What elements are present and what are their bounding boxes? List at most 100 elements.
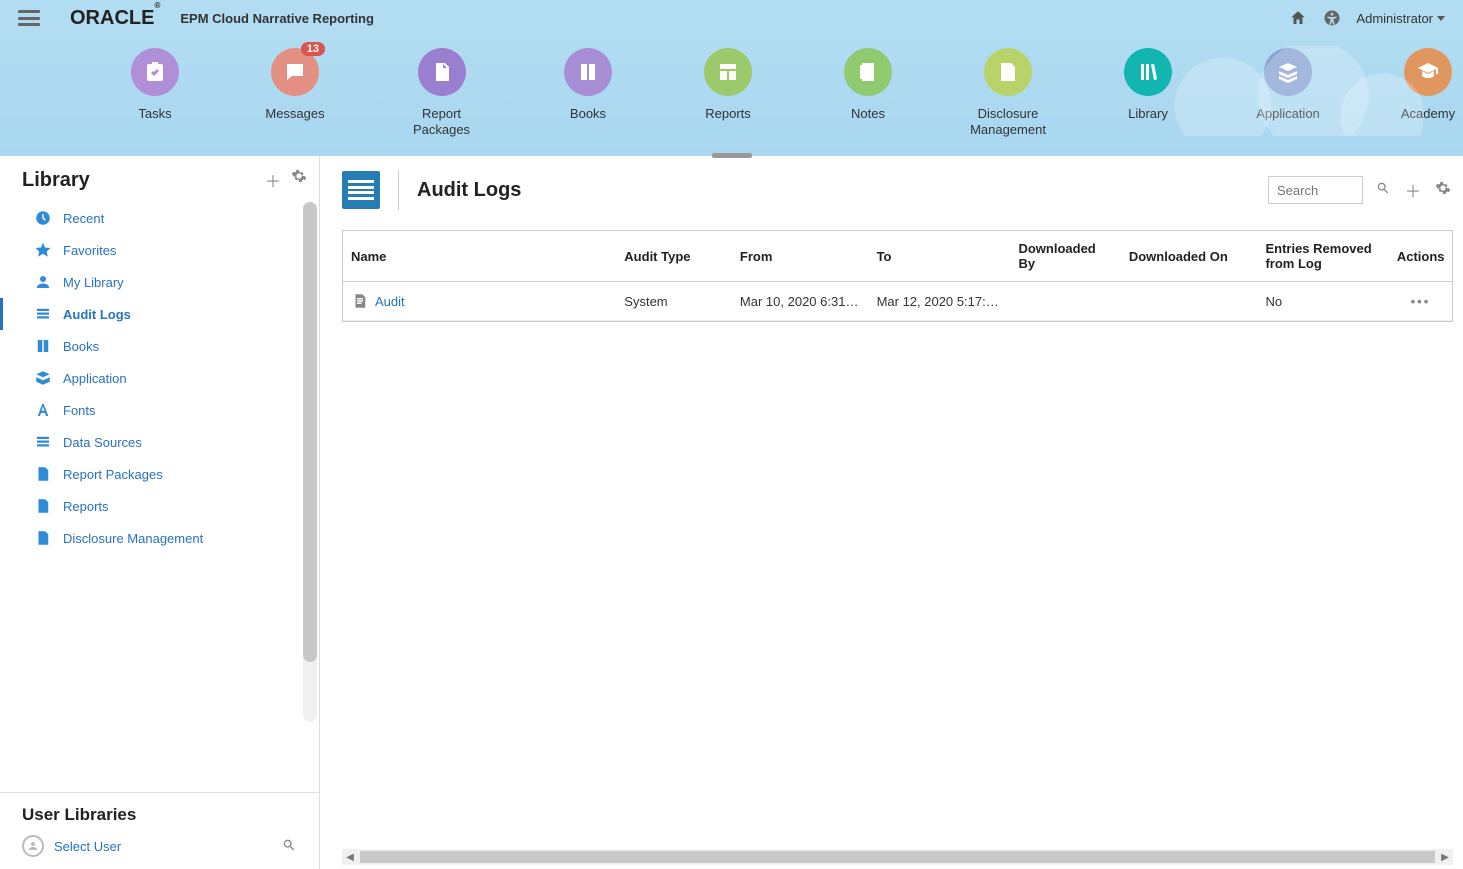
sidebar-item-label: Data Sources [63,435,142,450]
product-name: EPM Cloud Narrative Reporting [180,11,374,26]
books-icon [564,48,612,96]
sidebar-item-label: Books [63,339,99,354]
oracle-logo: ORACLE® [70,7,160,30]
nav-library[interactable]: Library [1113,48,1183,122]
table-row[interactable]: AuditSystemMar 10, 2020 6:31:3…Mar 12, 2… [343,282,1452,321]
data-sources-icon [33,432,53,452]
column-header[interactable]: Downloaded On [1121,231,1258,282]
audit-log-table: NameAudit TypeFromToDownloaded ByDownloa… [343,231,1452,321]
tasks-icon [131,48,179,96]
user-menu[interactable]: Administrator [1356,11,1445,26]
application-icon [33,368,53,388]
report-packages-icon [33,464,53,484]
nav-label: Reports [705,106,751,122]
nav-application[interactable]: Application [1253,48,1323,122]
select-user[interactable]: Select User [22,835,297,857]
column-header[interactable]: Name [343,231,616,282]
column-header[interactable]: Audit Type [616,231,732,282]
sidebar-item-application[interactable]: Application [0,362,319,394]
row-actions-icon[interactable]: ••• [1389,282,1452,321]
nav-reports[interactable]: Reports [693,48,763,122]
home-icon[interactable] [1288,8,1308,28]
sidebar-item-label: My Library [63,275,124,290]
nav-label: Notes [851,106,885,122]
nav-tasks[interactable]: Tasks [120,48,190,122]
sidebar-item-label: Fonts [63,403,96,418]
sidebar-item-report-packages[interactable]: Report Packages [0,458,319,490]
disclosure-management-icon [984,48,1032,96]
academy-icon [1404,48,1452,96]
sidebar-item-label: Report Packages [63,467,163,482]
nav-label: Library [1128,106,1168,122]
horizontal-scrollbar[interactable]: ◀▶ [342,849,1453,865]
cell-audit_type: System [616,282,732,321]
sidebar-item-label: Reports [63,499,109,514]
user-icon [22,835,44,857]
nav-cards: Tasks 13Messages Report Packages Books Repor… [0,36,1463,156]
sidebar-item-fonts[interactable]: Fonts [0,394,319,426]
user-label: Administrator [1356,11,1433,26]
sidebar-item-my-library[interactable]: My Library [0,266,319,298]
cell-downloaded_on [1121,282,1258,321]
gear-icon[interactable] [291,168,307,192]
nav-notes[interactable]: Notes [833,48,903,122]
column-header[interactable]: From [732,231,869,282]
sidebar-item-recent[interactable]: Recent [0,202,319,234]
column-header[interactable]: Downloaded By [1010,231,1120,282]
nav-disclosure-management[interactable]: DisclosureManagement [973,48,1043,137]
reports-icon [704,48,752,96]
nav-label: Messages [265,106,324,122]
nav-label: Academy [1401,106,1455,122]
cell-downloaded_by [1010,282,1120,321]
row-name-link[interactable]: Audit [351,292,608,310]
sidebar-item-favorites[interactable]: Favorites [0,234,319,266]
page-title: Audit Logs [398,170,521,210]
column-header[interactable]: To [869,231,1011,282]
accessibility-icon[interactable] [1322,8,1342,28]
reports-icon [33,496,53,516]
nav-report-packages[interactable]: Report Packages [400,48,483,137]
sidebar-item-label: Recent [63,211,104,226]
nav-academy[interactable]: Academy [1393,48,1463,122]
search-input[interactable] [1268,176,1363,204]
sidebar-scrollbar[interactable] [303,202,317,722]
sidebar-list: Recent Favorites My Library Audit Logs Books… [0,198,319,728]
sidebar-title: Library [22,169,90,192]
hamburger-menu-icon[interactable] [18,10,40,26]
audit-logs-icon [33,304,53,324]
sidebar-item-label: Audit Logs [63,307,131,322]
sidebar-item-disclosure-management[interactable]: Disclosure Management [0,522,319,554]
sidebar-item-reports[interactable]: Reports [0,490,319,522]
books-icon [33,336,53,356]
nav-label: DisclosureManagement [970,106,1046,137]
report-packages-icon [418,48,466,96]
brand-bar: ORACLE® EPM Cloud Narrative Reporting Ad… [0,0,1463,36]
notes-icon [844,48,892,96]
disclosure-management-icon [33,528,53,548]
sidebar-item-data-sources[interactable]: Data Sources [0,426,319,458]
fonts-icon [33,400,53,420]
main-content: Audit Logs ＋ NameAudit TypeFromToDownloa… [320,156,1463,869]
sidebar-item-label: Application [63,371,127,386]
list-view-icon [342,171,380,209]
nav-label: Books [570,106,606,122]
column-header[interactable]: Entries Removed from Log [1257,231,1388,282]
select-user-label: Select User [54,839,121,854]
column-header[interactable]: Actions [1389,231,1452,282]
favorites-icon [33,240,53,260]
add-icon[interactable]: ＋ [265,168,281,192]
search-icon[interactable] [1373,180,1393,201]
search-icon[interactable] [281,837,297,856]
nav-books[interactable]: Books [553,48,623,122]
add-icon[interactable]: ＋ [1403,178,1423,202]
nav-label: Application [1256,106,1320,122]
recent-icon [33,208,53,228]
cell-to: Mar 12, 2020 5:17:5… [869,282,1011,321]
sidebar-item-books[interactable]: Books [0,330,319,362]
sidebar-item-audit-logs[interactable]: Audit Logs [0,298,319,330]
nav-label: Tasks [138,106,171,122]
nav-messages[interactable]: 13Messages [260,48,330,122]
chevron-down-icon [1437,16,1445,21]
gear-icon[interactable] [1433,180,1453,201]
user-libraries-title: User Libraries [22,805,297,825]
